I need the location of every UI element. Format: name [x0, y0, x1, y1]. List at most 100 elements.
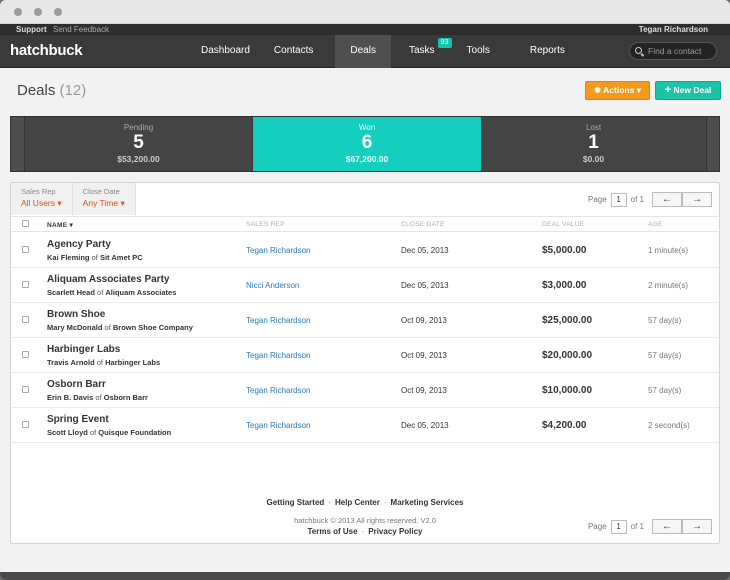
deal-value: $10,000.00 — [542, 385, 593, 396]
deal-value: $20,000.00 — [542, 350, 593, 361]
deal-name-link[interactable]: Brown Shoe — [47, 309, 105, 320]
arrow-right-icon: → — [692, 194, 702, 205]
table-row[interactable]: Harbinger Labs Travis Arnold of Harbinge… — [11, 338, 719, 373]
table-header: NAME ▾ SALES REP CLOSE DATE DEAL VALUE A… — [11, 216, 719, 232]
user-menu[interactable]: Tegan Richardson — [639, 24, 708, 35]
sales-rep-link[interactable]: Tegan Richardson — [246, 386, 310, 395]
zoom-window-icon[interactable] — [54, 8, 62, 16]
contact-name[interactable]: Scott Lloyd — [47, 428, 88, 437]
hatchbuck-logo[interactable]: hatchbuck — [10, 42, 83, 59]
window-titlebar — [0, 0, 730, 24]
caret-down-icon: ▾ — [57, 198, 62, 208]
page-title-text: Deals — [17, 82, 56, 99]
column-header-sales-rep[interactable]: SALES REP — [246, 221, 285, 228]
contact-name[interactable]: Mary McDonald — [47, 323, 102, 332]
nav-deals[interactable]: Deals — [335, 35, 391, 68]
company-name[interactable]: Aliquam Associates — [105, 288, 176, 297]
row-checkbox[interactable] — [22, 246, 29, 253]
table-row[interactable]: Aliquam Associates Party Scarlett Head o… — [11, 268, 719, 303]
table-row[interactable]: Spring Event Scott Lloyd of Quisque Foun… — [11, 408, 719, 443]
stat-won-label: Won — [358, 123, 376, 132]
terms-of-use-link[interactable]: Terms of Use — [307, 527, 357, 536]
sales-rep-link[interactable]: Tegan Richardson — [246, 316, 310, 325]
row-checkbox[interactable] — [22, 316, 29, 323]
privacy-policy-link[interactable]: Privacy Policy — [368, 527, 422, 536]
contact-name[interactable]: Travis Arnold — [47, 358, 95, 367]
close-date: Oct 09, 2013 — [401, 316, 447, 325]
send-feedback-link[interactable]: Send Feedback — [53, 24, 109, 35]
close-date-filter[interactable]: Close Date Any Time ▾ — [72, 183, 136, 215]
nav-reports[interactable]: Reports — [518, 35, 577, 68]
nav-dashboard[interactable]: Dashboard — [189, 35, 262, 68]
sales-rep-link[interactable]: Tegan Richardson — [246, 421, 310, 430]
close-date-filter-value-text: Any Time — [82, 198, 119, 208]
deal-value: $4,200.00 — [542, 420, 587, 431]
sales-rep-link[interactable]: Tegan Richardson — [246, 351, 310, 360]
table-row[interactable]: Osborn Barr Erin B. Davis of Osborn Barr… — [11, 373, 719, 408]
nav-contacts[interactable]: Contacts — [262, 35, 325, 68]
deal-name-link[interactable]: Aliquam Associates Party — [47, 274, 169, 285]
contact-name[interactable]: Scarlett Head — [47, 288, 95, 297]
actions-button[interactable]: ✹ Actions ▾ — [585, 81, 650, 100]
row-checkbox[interactable] — [22, 281, 29, 288]
footer-link-getting-started[interactable]: Getting Started — [267, 498, 325, 507]
column-header-name[interactable]: NAME ▾ — [47, 221, 73, 229]
select-all-checkbox[interactable] — [22, 220, 29, 227]
close-window-icon[interactable] — [14, 8, 22, 16]
footer-link-marketing-services[interactable]: Marketing Services — [391, 498, 464, 507]
column-header-age[interactable]: AGE — [648, 221, 663, 228]
deal-value: $5,000.00 — [542, 245, 587, 256]
column-header-close-date[interactable]: CLOSE DATE — [401, 221, 445, 228]
close-date: Oct 09, 2013 — [401, 351, 447, 360]
support-link[interactable]: Support — [16, 24, 47, 35]
nav-tasks-label: Tasks — [408, 45, 435, 56]
deal-name-link[interactable]: Osborn Barr — [47, 379, 106, 390]
close-date-filter-value: Any Time ▾ — [83, 198, 125, 209]
page-number-input[interactable]: 1 — [610, 192, 627, 207]
row-checkbox[interactable] — [22, 351, 29, 358]
stats-left-edge — [11, 117, 25, 171]
nav-tools[interactable]: Tools — [455, 35, 502, 68]
company-name[interactable]: Harbinger Labs — [105, 358, 160, 367]
stat-won[interactable]: Won 6 $67,200.00 — [253, 117, 481, 171]
table-row[interactable]: Brown Shoe Mary McDonald of Brown Shoe C… — [11, 303, 719, 338]
gear-icon: ✹ — [594, 85, 602, 95]
nav-tasks[interactable]: Tasks 93 — [397, 35, 452, 68]
row-checkbox[interactable] — [22, 421, 29, 428]
deal-name-link[interactable]: Spring Event — [47, 414, 109, 425]
company-name[interactable]: Sit Amet PC — [100, 253, 143, 262]
table-row[interactable]: Agency Party Kai Fleming of Sit Amet PC … — [11, 233, 719, 268]
contact-search-input[interactable]: Find a contact — [629, 42, 717, 60]
sales-rep-filter[interactable]: Sales Rep All Users ▾ — [11, 183, 73, 215]
next-page-button[interactable]: → — [682, 192, 712, 207]
page-title: Deals (12) — [17, 82, 86, 99]
browser-window: Support Send Feedback Tegan Richardson h… — [0, 0, 730, 580]
sales-rep-link[interactable]: Nicci Anderson — [246, 281, 299, 290]
row-checkbox[interactable] — [22, 386, 29, 393]
sales-rep-link[interactable]: Tegan Richardson — [246, 246, 310, 255]
deal-age: 57 day(s) — [648, 351, 682, 360]
deal-name-link[interactable]: Agency Party — [47, 239, 111, 250]
search-icon — [635, 47, 642, 54]
page-of-label: of 1 — [630, 195, 644, 204]
deal-contact: Scarlett Head of Aliquam Associates — [47, 288, 176, 297]
company-name[interactable]: Brown Shoe Company — [113, 323, 193, 332]
company-name[interactable]: Quisque Foundation — [98, 428, 171, 437]
prev-page-button[interactable]: ← — [652, 192, 682, 207]
minimize-window-icon[interactable] — [34, 8, 42, 16]
column-header-deal-value[interactable]: DEAL VALUE — [542, 221, 584, 228]
page-label: Page — [587, 195, 607, 204]
sort-down-icon: ▾ — [69, 222, 74, 229]
deal-name-link[interactable]: Harbinger Labs — [47, 344, 120, 355]
contact-name[interactable]: Erin B. Davis — [47, 393, 93, 402]
footer-link-help-center[interactable]: Help Center — [335, 498, 380, 507]
stat-pending[interactable]: Pending 5 $53,200.00 — [25, 117, 253, 171]
sales-rep-filter-value-text: All Users — [21, 198, 56, 208]
filter-bar: Sales Rep All Users ▾ Close Date Any Tim… — [11, 183, 136, 215]
company-name[interactable]: Osborn Barr — [104, 393, 148, 402]
stat-lost[interactable]: Lost 1 $0.00 — [481, 117, 707, 171]
deal-contact: Erin B. Davis of Osborn Barr — [47, 393, 148, 402]
contact-name[interactable]: Kai Fleming — [47, 253, 90, 262]
deals-table-panel: Sales Rep All Users ▾ Close Date Any Tim… — [10, 182, 720, 544]
new-deal-button[interactable]: + New Deal — [655, 81, 721, 100]
